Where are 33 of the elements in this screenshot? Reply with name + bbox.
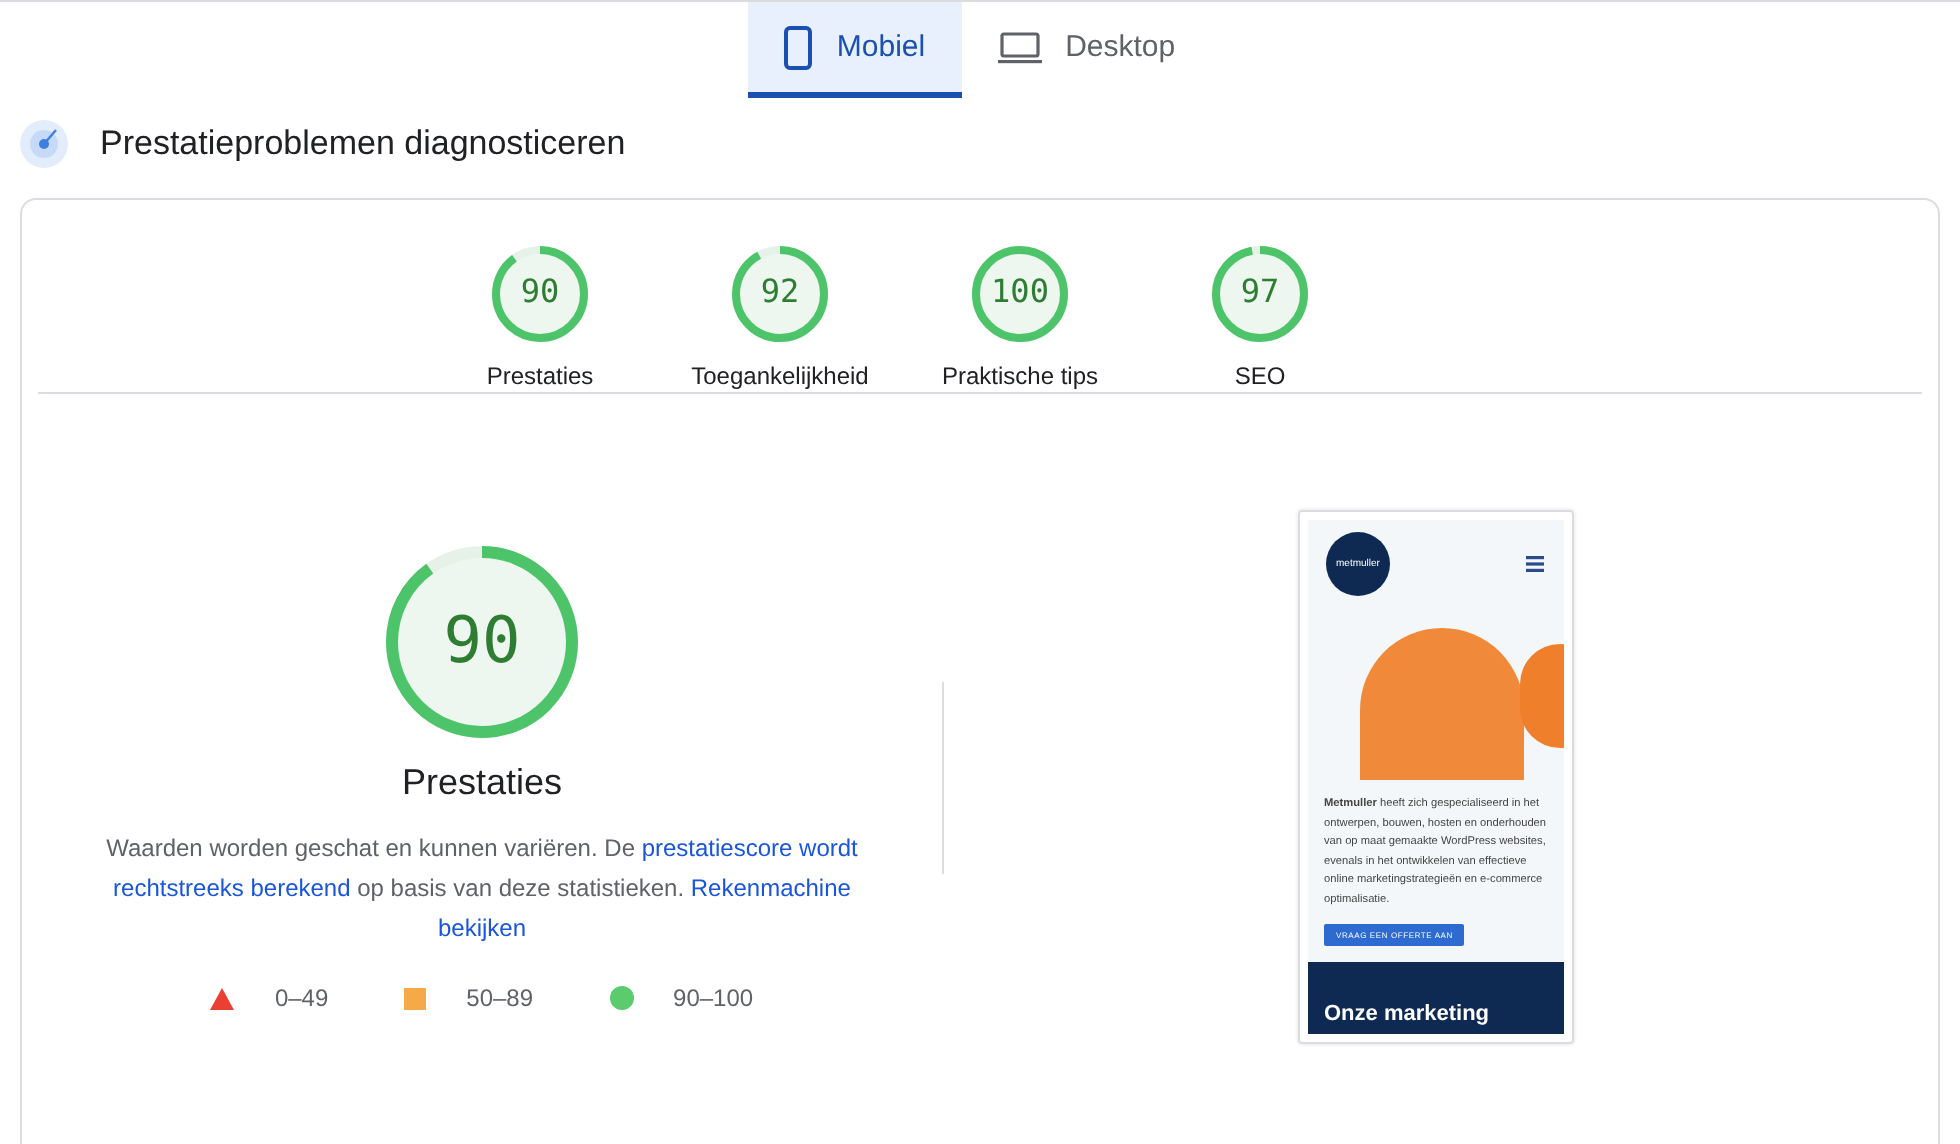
description-link[interactable]: Rekenmachine xyxy=(690,874,851,902)
score-value: 92 xyxy=(760,272,800,310)
description-text: Waarden worden geschat en kunnen variëren. De prestatiescore wordt rechtstreeks berekend op basis van deze statistieken. Rekenmachine bekijken xyxy=(104,832,860,946)
circle-icon xyxy=(609,986,634,1010)
category-label: Prestaties xyxy=(486,362,594,390)
phone-icon xyxy=(784,25,813,69)
score-value: 90 xyxy=(441,602,523,678)
legend-range: 0–49 xyxy=(274,984,329,1012)
score-value: 100 xyxy=(991,272,1049,310)
device-tab[interactable]: Desktop xyxy=(961,2,1212,98)
gauge-title: Prestaties xyxy=(401,762,563,804)
score-value: 97 xyxy=(1240,272,1280,310)
device-tab[interactable]: Mobiel xyxy=(748,2,962,98)
description-link[interactable]: rechtstreeks berekend xyxy=(113,874,351,902)
laptop-icon xyxy=(997,31,1042,63)
score-value: 90 xyxy=(520,272,560,310)
square-icon xyxy=(404,987,427,1009)
legend-range: 90–100 xyxy=(673,984,754,1012)
legend-range: 50–89 xyxy=(466,984,534,1012)
menu-icon xyxy=(1526,556,1544,572)
score-gauge xyxy=(490,244,590,344)
description-link[interactable]: bekijken xyxy=(437,914,527,942)
description-link[interactable]: prestatiescore wordt xyxy=(641,834,858,862)
category-label: Praktische tips xyxy=(941,362,1099,390)
category-label: SEO xyxy=(1234,362,1286,390)
score-gauge xyxy=(730,244,830,344)
radar-icon xyxy=(20,120,68,168)
score-gauge xyxy=(1210,244,1310,344)
triangle-icon xyxy=(210,987,235,1009)
score-gauge xyxy=(970,244,1070,344)
banner-heading: Onze marketing xyxy=(1324,1002,1490,1028)
category-label: Toegankelijkheid xyxy=(691,362,869,390)
section-heading: Prestatieproblemen diagnosticeren xyxy=(100,124,626,164)
